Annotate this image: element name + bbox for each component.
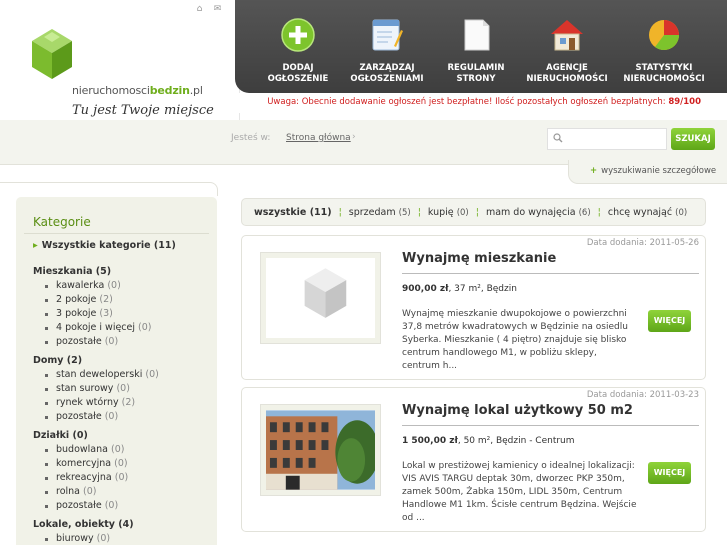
sidebar-item[interactable]: 3 pokoje (3): [45, 308, 113, 319]
more-button[interactable]: WIĘCEJ: [648, 462, 691, 484]
add-icon: [281, 18, 315, 52]
sidebar-group-apartments[interactable]: Mieszkania (5): [33, 266, 111, 277]
sidebar-item[interactable]: rekreacyjna (0): [44, 472, 128, 483]
sidebar-group-premises[interactable]: Lokale, obiekty (4): [33, 519, 134, 530]
advanced-search-link[interactable]: wyszukiwanie szczegółowe: [590, 166, 716, 176]
building-photo: [266, 410, 375, 490]
more-button[interactable]: WIĘCEJ: [648, 310, 691, 332]
sidebar-item[interactable]: stan deweloperski (0): [45, 369, 159, 380]
sidebar-divider-line: [24, 233, 209, 234]
sidebar-item-all[interactable]: Wszystkie kategorie (11): [33, 240, 176, 251]
sidebar-group-plots[interactable]: Działki (0): [33, 430, 88, 441]
filter-buy[interactable]: kupię (0): [428, 207, 469, 218]
nav-manage-listings[interactable]: ZARZĄDZAJ OGŁOSZENIAMI: [342, 18, 432, 85]
pie-chart-icon: [649, 20, 679, 51]
listing-title[interactable]: Wynajmę lokal użytkowy 50 m2: [402, 403, 633, 418]
sidebar-title: Kategorie: [33, 215, 91, 229]
breadcrumb-label: Jesteś w:: [231, 133, 271, 143]
sidebar-item[interactable]: 2 pokoje (2): [45, 294, 113, 305]
top-icons: ⌂ ✉: [195, 5, 222, 14]
sidebar-item[interactable]: pozostałe (0): [44, 500, 118, 511]
notice-bar: Uwaga: Obecnie dodawanie ogłoszeń jest b…: [235, 93, 727, 113]
sidebar-group-houses[interactable]: Domy (2): [33, 355, 82, 366]
filter-sell[interactable]: sprzedam (5): [349, 207, 411, 218]
sidebar-item[interactable]: 4 pokoje i więcej (0): [45, 322, 152, 333]
sidebar-item[interactable]: stan surowy (0): [45, 383, 130, 394]
notepad-icon: [372, 19, 403, 51]
sidebar-item[interactable]: kawalerka (0): [45, 280, 121, 291]
logo-text[interactable]: nieruchomoscibedzin.pl: [72, 84, 203, 97]
filter-for-rent[interactable]: mam do wynajęcia (6): [486, 207, 591, 218]
category-sidebar: Kategorie Wszystkie kategorie (11) Miesz…: [16, 197, 217, 545]
sidebar-item[interactable]: pozostałe (0): [44, 336, 118, 347]
listing-description: Wynajmę mieszkanie dwupokojowe o powierz…: [402, 309, 628, 371]
listing-divider: [402, 425, 699, 426]
breadcrumb-arrow: ›: [352, 132, 356, 142]
listing-title[interactable]: Wynajmę mieszkanie: [402, 251, 556, 266]
sidebar-item[interactable]: pozostałe (0): [44, 411, 118, 422]
sidebar-item[interactable]: rynek wtórny (2): [44, 397, 135, 408]
nav-agencies[interactable]: AGENCJE NIERUCHOMOŚCI: [522, 18, 612, 85]
filter-want-to-rent[interactable]: chcę wynająć (0): [608, 207, 687, 218]
listing-thumbnail[interactable]: [260, 404, 381, 496]
listing-description: Lokal w prestiżowej kamienicy o idealnej…: [402, 461, 637, 523]
listing-price: 1 500,00 zł, 50 m², Będzin - Centrum: [402, 436, 575, 446]
listing-thumbnail[interactable]: [260, 252, 381, 344]
listing-divider: [402, 273, 699, 274]
search-button[interactable]: SZUKAJ: [671, 128, 715, 150]
search-input[interactable]: [547, 128, 667, 150]
home-icon[interactable]: ⌂: [195, 5, 204, 14]
filter-all[interactable]: wszystkie (11): [254, 207, 332, 218]
logo-cube-icon[interactable]: [30, 27, 74, 87]
listing-price: 900,00 zł, 37 m², Będzin: [402, 284, 517, 294]
main-nav: DODAJ OGŁOSZENIE ZARZĄDZAJ OGŁOSZENIAMI RE…: [235, 0, 727, 93]
search-icon: [553, 133, 563, 143]
sidebar-item[interactable]: komercyjna (0): [45, 458, 128, 469]
sidebar-divider: [0, 182, 218, 196]
placeholder-house-icon: [304, 268, 347, 318]
listing-date: Data dodania: 2011-05-26: [586, 238, 699, 248]
sidebar-item[interactable]: rolna (0): [45, 486, 97, 497]
type-filter-bar: wszystkie (11) ¦ sprzedam (5) ¦ kupię (0…: [241, 198, 706, 226]
listing-card: Data dodania: 2011-05-26 Wynajmę mieszka…: [241, 235, 706, 380]
sidebar-item[interactable]: biurowy (0): [44, 533, 110, 544]
house-icon: [551, 20, 583, 51]
nav-statistics[interactable]: STATYSTYKI NIERUCHOMOŚCI: [619, 18, 709, 85]
slogan: Tu jest Twoje miejsce: [72, 103, 214, 118]
nav-add-listing[interactable]: DODAJ OGŁOSZENIE: [253, 18, 343, 85]
mail-icon[interactable]: ✉: [213, 5, 222, 14]
breadcrumb-home-link[interactable]: Strona główna: [286, 133, 351, 143]
listing-date: Data dodania: 2011-03-23: [586, 390, 699, 400]
sidebar-item[interactable]: budowlana (0): [44, 444, 124, 455]
listing-card: Data dodania: 2011-03-23 Wynajmę lokal u…: [241, 387, 706, 532]
document-icon: [464, 19, 490, 51]
free-listings-notice: Uwaga: Obecnie dodawanie ogłoszeń jest b…: [267, 97, 701, 107]
nav-terms[interactable]: REGULAMIN STRONY: [431, 18, 521, 85]
